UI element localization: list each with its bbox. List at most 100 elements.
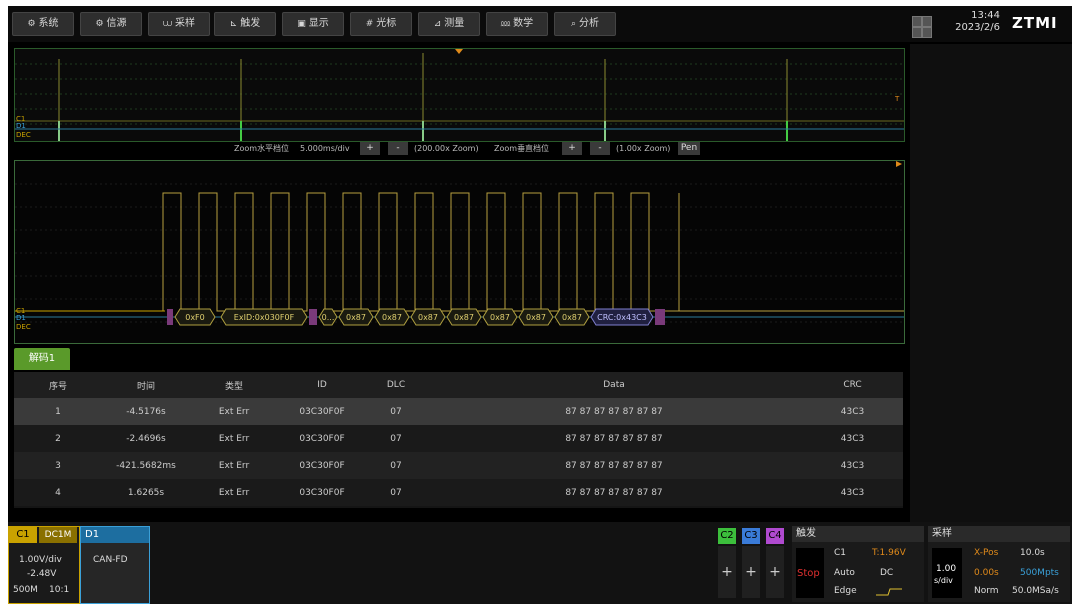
xpos-label: X-Pos — [974, 548, 999, 558]
table-cell: 43C3 — [840, 406, 865, 417]
decode-segment-label: 0x87 — [346, 313, 366, 322]
zoom-h-value: 5.000ms/div — [300, 144, 350, 153]
menu-system-label: 系统 — [38, 18, 59, 29]
zoom-h-factor: (200.00x Zoom) — [414, 144, 479, 153]
table-cell: -421.5682ms — [116, 460, 176, 471]
trigger-state: Stop — [797, 568, 820, 579]
zoom-v-plus-button[interactable]: + — [562, 142, 582, 155]
zoom-h-label: Zoom水平档位 — [234, 144, 290, 153]
pen-button[interactable]: Pen — [678, 142, 700, 155]
acquire-mode: Norm — [974, 586, 999, 596]
zoom-h-plus-button[interactable]: + — [360, 142, 380, 155]
table-cell: Ext Err — [218, 487, 250, 498]
clock-time: 13:44 — [971, 10, 1000, 21]
c1-label: C1 — [9, 527, 37, 543]
table-cell: 03C30F0F — [299, 433, 345, 444]
add-channel-c4-button[interactable]: + — [766, 546, 784, 598]
menu-math[interactable]: ⅏ 数学 — [486, 12, 548, 36]
c1-vdiv: 1.00V/div — [19, 555, 62, 565]
table-header-cell[interactable]: 类型 — [190, 372, 278, 398]
oscilloscope-screen: ⚙ 系统 ⚙ 信源 ⩊ 采样 ⊾ 触发 ▣ 显示 # 光标 ⊿ 测量 ⅏ 数学 ⌕ 分析 13:44 2023/2… — [8, 6, 1072, 604]
add-channel-c3-button[interactable]: + — [742, 546, 760, 598]
table-cell: 07 — [390, 487, 402, 498]
table-cell: Ext Err — [218, 433, 250, 444]
layout-grid-icon[interactable] — [912, 16, 932, 38]
edge-rising-icon — [876, 588, 902, 596]
channel-c2-button[interactable]: C2 — [718, 528, 736, 544]
table-row[interactable]: 3 -421.5682ms Ext Err 03C30F0F 07 87 87 87 87… — [14, 452, 903, 479]
decode-segment-label: 0xF0 — [185, 313, 205, 322]
overview-grid — [15, 49, 904, 141]
menu-cursor[interactable]: # 光标 — [350, 12, 412, 36]
menu-math-label: 数学 — [513, 18, 534, 29]
overview-d1-tag: D1 — [16, 122, 26, 130]
menu-measure-icon: ⊿ — [433, 19, 442, 29]
d1-channel-panel[interactable]: D1 CAN-FD — [80, 526, 150, 604]
menu-system[interactable]: ⚙ 系统 — [12, 12, 74, 36]
c1-coupling: DC1M — [39, 527, 77, 543]
table-row[interactable]: 2 -2.4696s Ext Err 03C30F0F 07 87 87 87 87 87… — [14, 425, 903, 452]
table-cell: 43C3 — [840, 433, 865, 444]
menu-trigger-icon: ⊾ — [229, 19, 238, 29]
trigger-panel[interactable]: 触发 Stop C1 T:1.96V Auto DC Edge — [792, 526, 924, 602]
zoom-dec-tag: DEC — [16, 323, 31, 331]
table-cell: 43C3 — [840, 460, 865, 471]
zoom-h-minus-button[interactable]: - — [388, 142, 408, 155]
c1-offset: -2.48V — [27, 569, 57, 579]
table-header-cell[interactable]: CRC — [802, 372, 903, 398]
menu-sampling[interactable]: ⩊ 采样 — [148, 12, 210, 36]
zoom-waveform-svg: 0xF0 ExID:0x030F0F 0... 0x87 0x87 0x87 0x87 0x8… — [15, 161, 904, 326]
menu-measure-label: 测量 — [444, 18, 465, 29]
menu-cursor-icon: # — [365, 19, 374, 29]
table-header-cell[interactable]: Data — [426, 372, 802, 398]
table-header-cell[interactable]: 时间 — [102, 372, 190, 398]
trigger-type: Edge — [834, 586, 857, 596]
table-row[interactable]: 1 -4.5176s Ext Err 03C30F0F 07 87 87 87 87 87… — [14, 398, 903, 425]
menu-source-icon: ⚙ — [95, 19, 104, 29]
menu-trigger[interactable]: ⊾ 触发 — [214, 12, 276, 36]
zoom-v-minus-button[interactable]: - — [590, 142, 610, 155]
decode-segment-label: 0x87 — [490, 313, 510, 322]
decode-segment-label: 0x87 — [526, 313, 546, 322]
menu-measure[interactable]: ⊿ 测量 — [418, 12, 480, 36]
c1-channel-panel[interactable]: C1 DC1M 1.00V/div -2.48V 500M 10:1 — [8, 526, 80, 604]
table-cell: Ext Err — [218, 406, 250, 417]
overview-waveform[interactable]: C1 D1 DEC T — [14, 48, 905, 142]
table-header-cell[interactable]: DLC — [366, 372, 426, 398]
top-menu-bar: ⚙ 系统 ⚙ 信源 ⩊ 采样 ⊾ 触发 ▣ 显示 # 光标 ⊿ 测量 ⅏ 数学 ⌕ 分析 13:44 2023/2… — [8, 6, 1072, 42]
d1-label: D1 — [81, 527, 149, 543]
table-cell: 87 87 87 87 87 87 87 — [565, 487, 663, 498]
zoom-v-factor: (1.00x Zoom) — [616, 144, 671, 153]
zoom-d1-tag: D1 — [16, 314, 26, 322]
menu-display[interactable]: ▣ 显示 — [282, 12, 344, 36]
decode-segment-label: 0x87 — [562, 313, 582, 322]
table-row[interactable]: 4 1.6265s Ext Err 03C30F0F 07 87 87 87 87 87 … — [14, 479, 903, 506]
decode-field-separator — [309, 309, 317, 325]
menu-analysis-label: 分析 — [579, 18, 600, 29]
menu-analysis[interactable]: ⌕ 分析 — [554, 12, 616, 36]
channel-c4-button[interactable]: C4 — [766, 528, 784, 544]
trigger-coupling: DC — [880, 568, 894, 578]
menu-analysis-icon: ⌕ — [570, 19, 577, 29]
overview-dec-tag: DEC — [16, 131, 31, 139]
table-cell: 07 — [390, 433, 402, 444]
trigger-position-marker[interactable] — [455, 49, 463, 54]
menu-display-label: 显示 — [308, 18, 329, 29]
channel-c3-button[interactable]: C3 — [742, 528, 760, 544]
zoom-control-bar: Zoom水平档位 5.000ms/div + - (200.00x Zoom) … — [14, 140, 903, 158]
decode-1-tab[interactable]: 解码1 — [14, 348, 70, 370]
zoom-waveform[interactable]: 0xF0 ExID:0x030F0F 0... 0x87 0x87 0x87 0x87 0x8… — [14, 160, 905, 344]
table-header-cell[interactable]: 序号 — [14, 372, 102, 398]
decode-segment-label: 0x87 — [382, 313, 402, 322]
menu-cursor-label: 光标 — [376, 18, 397, 29]
table-cell: 3 — [55, 460, 61, 471]
zoom-v-label: Zoom垂直档位 — [494, 144, 550, 153]
add-channel-c2-button[interactable]: + — [718, 546, 736, 598]
acquire-panel[interactable]: 采样 1.00 s/div X-Pos 10.0s 0.00s 500Mpts … — [928, 526, 1070, 602]
table-header-cell[interactable]: ID — [278, 372, 366, 398]
trigger-source: C1 — [834, 548, 847, 558]
brand-logo: ZTMI — [1012, 14, 1058, 32]
menu-sampling-icon: ⩊ — [162, 19, 173, 29]
sample-rate: 50.0MSa/s — [1012, 586, 1059, 596]
menu-source[interactable]: ⚙ 信源 — [80, 12, 142, 36]
